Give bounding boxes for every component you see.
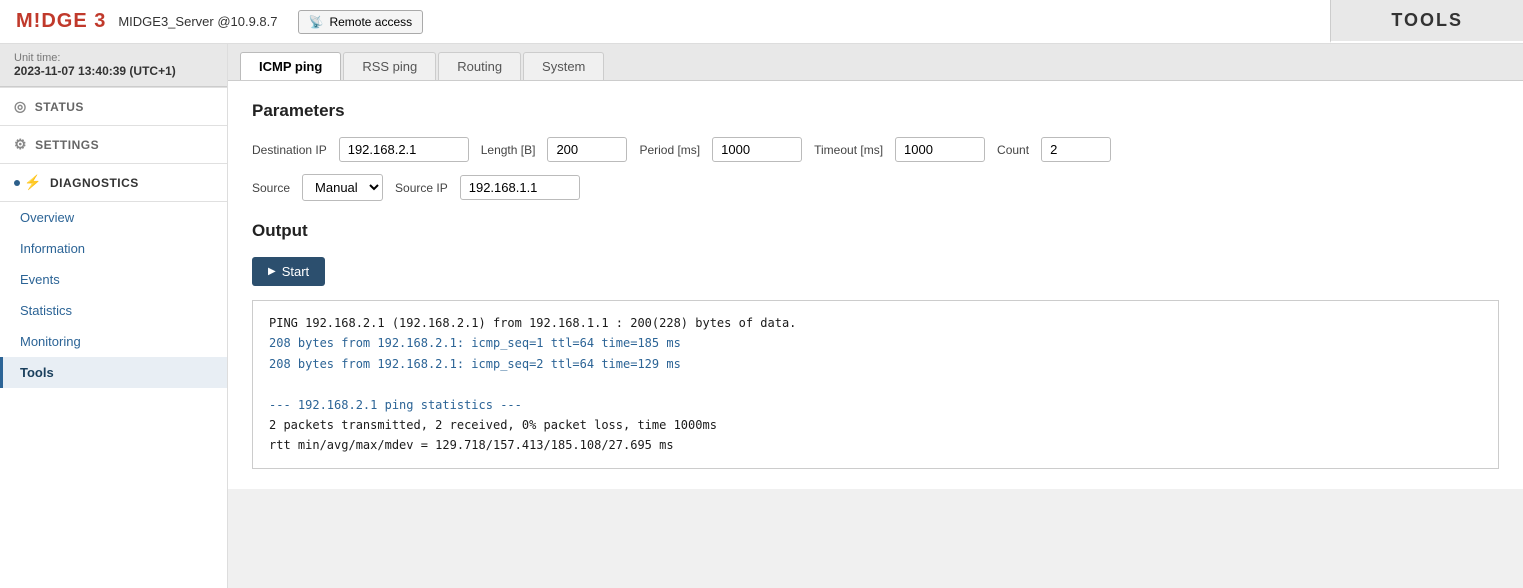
length-label: Length [B] <box>481 143 536 157</box>
settings-icon: ⚙ <box>14 136 27 153</box>
output-line-2: 208 bytes from 192.168.2.1: icmp_seq=2 t… <box>269 354 1482 374</box>
nav-item-information[interactable]: Information <box>0 233 227 264</box>
unit-time-box: Unit time: 2023-11-07 13:40:39 (UTC+1) <box>0 44 227 87</box>
output-line-1: 208 bytes from 192.168.2.1: icmp_seq=1 t… <box>269 333 1482 353</box>
logo: M!DGE 3 <box>16 10 106 33</box>
output-section: Output ▶ Start PING 192.168.2.1 (192.168… <box>252 221 1499 469</box>
main-content: Parameters Destination IP Length [B] Per… <box>228 81 1523 489</box>
tab-icmp-ping[interactable]: ICMP ping <box>240 52 341 80</box>
count-label: Count <box>997 143 1029 157</box>
output-line-5: 2 packets transmitted, 2 received, 0% pa… <box>269 415 1482 435</box>
timeout-label: Timeout [ms] <box>814 143 883 157</box>
server-name: MIDGE3_Server @10.9.8.7 <box>118 14 277 29</box>
output-line-0: PING 192.168.2.1 (192.168.2.1) from 192.… <box>269 313 1482 333</box>
destination-ip-input[interactable] <box>339 137 469 162</box>
output-box: PING 192.168.2.1 (192.168.2.1) from 192.… <box>252 300 1499 469</box>
tabs-bar: ICMP ping RSS ping Routing System <box>228 44 1523 81</box>
period-label: Period [ms] <box>639 143 700 157</box>
active-indicator <box>14 180 20 186</box>
start-label: Start <box>282 264 309 279</box>
tab-routing[interactable]: Routing <box>438 52 521 80</box>
nav-item-monitoring[interactable]: Monitoring <box>0 326 227 357</box>
content-area: ICMP ping RSS ping Routing System Parame… <box>228 44 1523 588</box>
count-input[interactable] <box>1041 137 1111 162</box>
source-ip-label: Source IP <box>395 181 448 195</box>
output-line-6: rtt min/avg/max/mdev = 129.718/157.413/1… <box>269 435 1482 455</box>
sidebar-item-status[interactable]: ◎ STATUS <box>0 88 227 125</box>
top-header: M!DGE 3 MIDGE3_Server @10.9.8.7 📡 Remote… <box>0 0 1523 44</box>
tab-system[interactable]: System <box>523 52 604 80</box>
sidebar-settings-label: SETTINGS <box>35 138 99 152</box>
nav-item-statistics[interactable]: Statistics <box>0 295 227 326</box>
params-row-2: Source Manual Auto Source IP <box>252 174 1499 201</box>
output-line-3 <box>269 374 1482 394</box>
status-icon: ◎ <box>14 98 27 115</box>
output-line-4: --- 192.168.2.1 ping statistics --- <box>269 395 1482 415</box>
sidebar: Unit time: 2023-11-07 13:40:39 (UTC+1) ◎… <box>0 44 228 588</box>
source-ip-input[interactable] <box>460 175 580 200</box>
source-label: Source <box>252 181 290 195</box>
output-title: Output <box>252 221 1499 241</box>
sidebar-status-label: STATUS <box>35 100 84 114</box>
timeout-input[interactable] <box>895 137 985 162</box>
destination-ip-label: Destination IP <box>252 143 327 157</box>
unit-time-label: Unit time: <box>14 52 213 64</box>
params-row-1: Destination IP Length [B] Period [ms] Ti… <box>252 137 1499 162</box>
length-input[interactable] <box>547 137 627 162</box>
remote-access-button[interactable]: 📡 Remote access <box>298 10 424 34</box>
remote-access-label: Remote access <box>329 15 412 29</box>
tools-tab: TOOLS <box>1330 0 1523 43</box>
start-button[interactable]: ▶ Start <box>252 257 325 286</box>
main-layout: Unit time: 2023-11-07 13:40:39 (UTC+1) ◎… <box>0 44 1523 588</box>
nav-item-events[interactable]: Events <box>0 264 227 295</box>
tab-rss-ping[interactable]: RSS ping <box>343 52 436 80</box>
diagnostics-icon: ⚡ <box>24 174 42 191</box>
nav-item-overview[interactable]: Overview <box>0 202 227 233</box>
sidebar-item-diagnostics[interactable]: ⚡ DIAGNOSTICS <box>0 164 227 201</box>
period-input[interactable] <box>712 137 802 162</box>
parameters-title: Parameters <box>252 101 1499 121</box>
remote-access-icon: 📡 <box>309 15 324 29</box>
source-select[interactable]: Manual Auto <box>302 174 383 201</box>
play-icon: ▶ <box>268 266 276 277</box>
unit-time-value: 2023-11-07 13:40:39 (UTC+1) <box>14 64 213 78</box>
nav-item-tools[interactable]: Tools <box>0 357 227 388</box>
sidebar-item-settings[interactable]: ⚙ SETTINGS <box>0 126 227 163</box>
sidebar-diagnostics-label: DIAGNOSTICS <box>50 176 139 190</box>
